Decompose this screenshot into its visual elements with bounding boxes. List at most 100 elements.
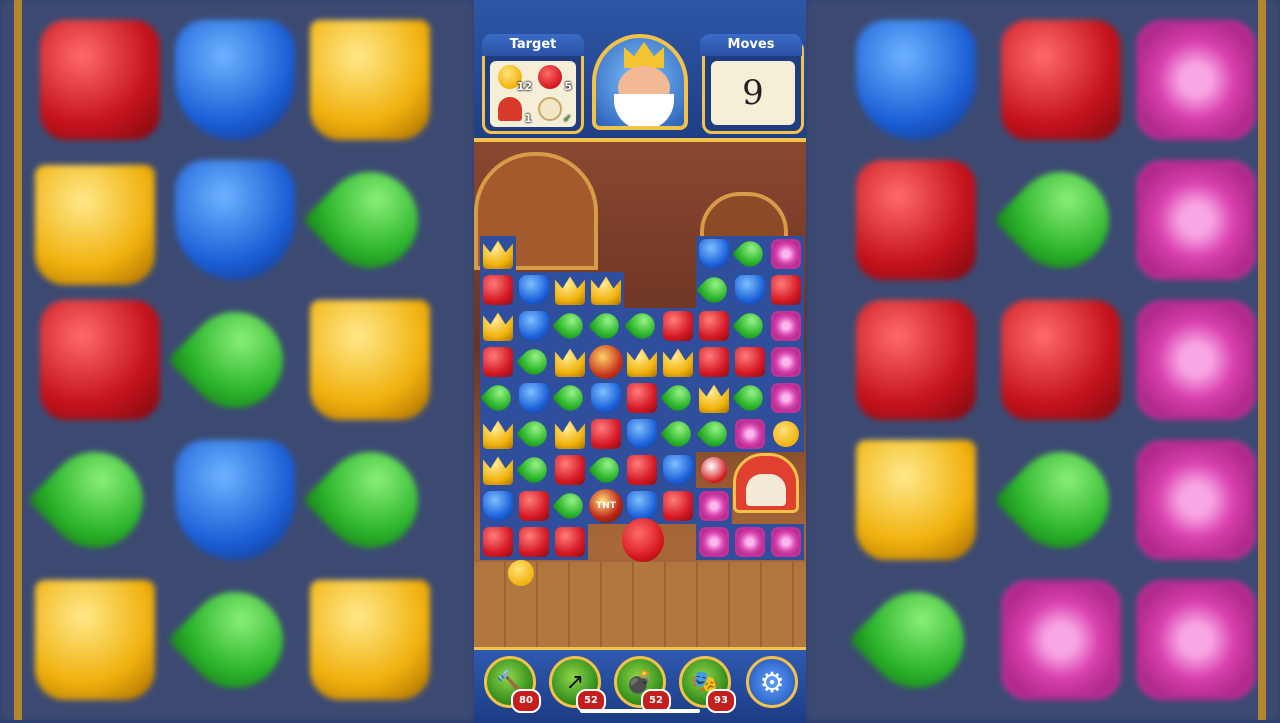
doghouse-obstacle[interactable] (733, 453, 799, 513)
bg-red-tile (40, 300, 160, 420)
crown-icon (624, 42, 664, 68)
teacup-icon (538, 97, 562, 121)
bg-pink-tile (1136, 160, 1256, 280)
bg-green-tile (993, 432, 1129, 568)
bg-green-tile (993, 152, 1129, 288)
red-block-tile[interactable] (735, 347, 765, 377)
target-count: 5 (564, 80, 572, 93)
booster-count: 93 (706, 689, 736, 713)
jester-booster-button[interactable]: 🎭 93 (679, 656, 736, 713)
red-block-tile[interactable] (519, 491, 549, 521)
bg-red-tile (1001, 20, 1121, 140)
red-block-tile[interactable] (627, 383, 657, 413)
home-indicator (580, 709, 700, 713)
red-block-tile[interactable] (591, 419, 621, 449)
bg-yellow-tile (856, 440, 976, 560)
target-item: 12 (494, 63, 532, 93)
bg-yellow-tile (35, 580, 155, 700)
bg-blue-tile (175, 160, 295, 280)
bg-pink-tile (1136, 580, 1256, 700)
pink-block-tile[interactable] (735, 527, 765, 557)
bg-yellow-tile (310, 580, 430, 700)
booster-count: 80 (511, 689, 541, 713)
red-block-tile[interactable] (555, 455, 585, 485)
pink-block-tile[interactable] (771, 347, 801, 377)
king-avatar (592, 34, 688, 130)
bg-green-tile (27, 432, 163, 568)
red-bird-piece[interactable] (701, 457, 727, 483)
bg-yellow-tile (310, 20, 430, 140)
duck-falling (508, 560, 534, 586)
moves-title: Moves (700, 34, 802, 56)
king-beard (614, 94, 674, 126)
pink-block-tile[interactable] (771, 527, 801, 557)
bg-yellow-tile (35, 165, 155, 285)
shield-tile[interactable] (663, 455, 693, 485)
red-block-tile[interactable] (699, 311, 729, 341)
cannon-booster-button[interactable]: 💣 52 (614, 656, 671, 713)
red-block-tile[interactable] (519, 527, 549, 557)
background-blur-right (806, 0, 1280, 720)
tnt-special-tile[interactable]: TNT (589, 489, 623, 523)
red-bird-character (622, 518, 664, 562)
shield-tile[interactable] (519, 311, 549, 341)
gear-icon: ⚙ (759, 665, 785, 699)
pink-block-tile[interactable] (699, 527, 729, 557)
doghouse-icon (498, 97, 522, 121)
bg-blue-tile (856, 20, 976, 140)
bg-green-tile (167, 572, 303, 708)
red-block-tile[interactable] (771, 275, 801, 305)
bg-green-tile (848, 572, 984, 708)
bg-green-tile (302, 432, 438, 568)
red-block-tile[interactable] (555, 527, 585, 557)
shield-tile[interactable] (627, 419, 657, 449)
pink-block-tile[interactable] (771, 311, 801, 341)
red-block-tile[interactable] (663, 491, 693, 521)
shield-tile[interactable] (591, 383, 621, 413)
hammer-booster-button[interactable]: 🔨 80 (484, 656, 541, 713)
frame-edge-right (1258, 0, 1266, 720)
bg-pink-tile (1136, 440, 1256, 560)
pink-block-tile[interactable] (771, 239, 801, 269)
bg-green-tile (302, 152, 438, 288)
settings-button[interactable]: ⚙ (746, 656, 798, 708)
bomb-special-tile[interactable] (589, 345, 623, 379)
doghouse-puppy (746, 474, 786, 506)
moves-counter: 9 (711, 61, 795, 125)
target-count: 1 (524, 112, 532, 125)
shield-tile[interactable] (519, 383, 549, 413)
target-title: Target (482, 34, 584, 56)
bg-green-tile (167, 292, 303, 428)
red-block-tile[interactable] (483, 347, 513, 377)
duck-piece[interactable] (773, 421, 799, 447)
target-item: 1 (494, 95, 532, 125)
target-count: 12 (516, 80, 532, 93)
red-bird-icon (538, 65, 562, 89)
frame-edge-left (14, 0, 22, 720)
target-item: ✓ (534, 95, 572, 125)
bg-yellow-tile (310, 300, 430, 420)
red-block-tile[interactable] (627, 455, 657, 485)
red-block-tile[interactable] (483, 527, 513, 557)
pink-block-tile[interactable] (771, 383, 801, 413)
pink-block-tile[interactable] (699, 491, 729, 521)
background-blur-left (0, 0, 474, 720)
arrow-booster-button[interactable]: ↗ 52 (549, 656, 606, 713)
target-item: 5 (534, 63, 572, 93)
red-block-tile[interactable] (483, 275, 513, 305)
bg-red-tile (1001, 300, 1121, 420)
target-complete-check: ✓ (562, 112, 572, 125)
bg-red-tile (856, 300, 976, 420)
pink-block-tile[interactable] (735, 419, 765, 449)
red-block-tile[interactable] (699, 347, 729, 377)
shield-tile[interactable] (627, 491, 657, 521)
bg-red-tile (40, 20, 160, 140)
bg-blue-tile (175, 20, 295, 140)
target-list: 12 5 1 ✓ (490, 61, 576, 127)
shield-tile[interactable] (699, 239, 729, 269)
red-block-tile[interactable] (663, 311, 693, 341)
shield-tile[interactable] (519, 275, 549, 305)
bg-pink-tile (1001, 580, 1121, 700)
shield-tile[interactable] (735, 275, 765, 305)
shield-tile[interactable] (483, 491, 513, 521)
